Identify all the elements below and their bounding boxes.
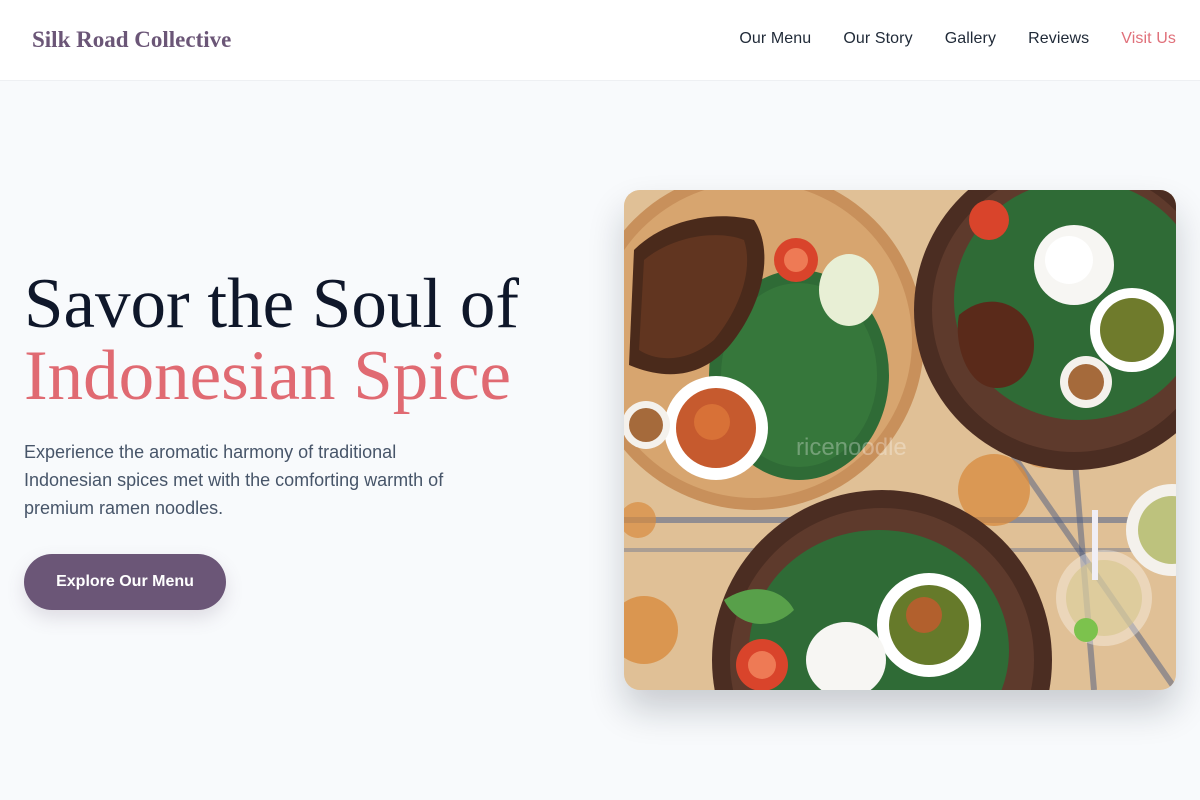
explore-menu-button[interactable]: Explore Our Menu — [24, 554, 226, 610]
nav-visit-us[interactable]: Visit Us — [1121, 30, 1176, 48]
brand-logo[interactable]: Silk Road Collective — [32, 27, 231, 53]
image-watermark: ricenoodle — [796, 434, 907, 461]
nav-reviews[interactable]: Reviews — [1028, 30, 1089, 48]
site-header: Silk Road Collective Our Menu Our Story … — [0, 0, 1200, 81]
nav-gallery[interactable]: Gallery — [945, 30, 996, 48]
hero-title: Savor the Soul of Indonesian Spice — [24, 268, 519, 412]
main-nav: Our Menu Our Story Gallery Reviews Visit… — [739, 30, 1176, 48]
food-illustration: ricenoodle — [624, 190, 1176, 690]
hero-food-image: ricenoodle — [624, 190, 1176, 690]
nav-our-menu[interactable]: Our Menu — [739, 30, 811, 48]
nav-our-story[interactable]: Our Story — [843, 30, 912, 48]
hero-title-line2: Indonesian Spice — [24, 337, 512, 415]
hero-title-line1: Savor the Soul of — [24, 265, 519, 343]
hero-description: Experience the aromatic harmony of tradi… — [24, 442, 444, 518]
